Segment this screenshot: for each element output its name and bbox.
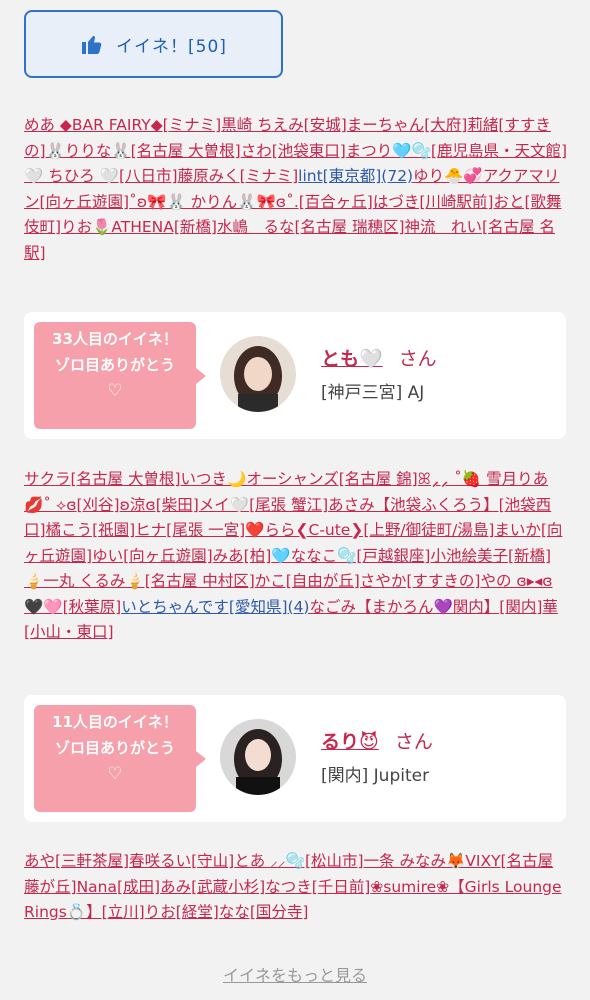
liker-link[interactable]: lint[東京都](72) [298,167,413,185]
liker-link[interactable]: とあ ⸝⸝🫧[松山市] [234,852,363,870]
liker-link[interactable]: ❤️らら❮C-ute❯[上野/御徒町/湯島] [245,521,494,539]
liker-link[interactable]: なな[国分寺] [219,903,309,921]
card-name: とも🤍 さん [321,344,437,371]
avatar[interactable] [220,336,296,412]
liker-link[interactable]: 🐰りりな🐰[名古屋 大曽根] [46,142,241,160]
liker-card-1: 33人目のイイネ！ ゾロ目ありがとう ♡ とも🤍 さん [神戸三宮] AJ [24,312,566,439]
liker-link[interactable]: サクラ[名古屋 大曽根] [24,470,181,488]
liker-link[interactable]: あみ[武蔵小杉] [160,878,265,896]
liker-card-2: 11人目のイイネ！ ゾロ目ありがとう ♡ るり😈 さん [関内] Jupiter [24,695,566,822]
milestone-line2: ゾロ目ありがとう [54,356,175,374]
avatar[interactable] [220,719,296,795]
liker-link[interactable]: 🤍 ちひろ 🤍[八日市] [24,167,178,185]
liker-list-3: あや[三軒茶屋]春咲るい[守山]とあ ⸝⸝🫧[松山市]一条 みなみ🦊VIXY[名… [24,849,568,926]
liker-link[interactable]: 黒崎 ちえみ[安城] [221,116,347,134]
milestone-bubble: 11人目のイイネ！ ゾロ目ありがとう ♡ [34,705,206,812]
liker-link[interactable]: 橘こう[祇園] [46,521,136,539]
liker-link[interactable]: 春咲るい[守山] [129,852,234,870]
liker-link[interactable]: Nana[成田] [77,878,161,896]
liker-link[interactable]: なつき[千日前] [265,878,370,896]
card-name: るり😈 さん [321,727,433,754]
milestone-line1: 33人目のイイネ！ [52,330,178,348]
liker-link[interactable]: はづき[川崎駅前] [373,193,494,211]
liker-link[interactable]: なごみ【まかろん💜関内】[関内] [309,598,542,616]
more-likes-link[interactable]: イイネをもっと見る [0,962,590,986]
profile-link[interactable]: るり😈 [321,731,379,753]
liker-list-1: めあ ◆BAR FAIRY◆[ミナミ]黒崎 ちえみ[安城]まーちゃん[大府]莉緒… [24,113,568,266]
liker-link[interactable]: さわ[池袋東口] [241,142,346,160]
milestone-line2: ゾロ目ありがとう [54,739,175,757]
profile-link[interactable]: とも🤍 [321,348,383,370]
liker-link[interactable]: りお[経堂] [145,903,219,921]
milestone-bubble: 33人目のイイネ！ ゾロ目ありがとう ♡ [34,322,206,429]
honorific: さん [394,731,433,753]
liker-link[interactable]: ゆい[向ヶ丘遊園] [92,547,213,565]
heart-icon: ♡ [107,764,123,784]
like-button-label: イイネ！[50] [116,36,227,57]
liker-link[interactable]: 藤原みく[ミナミ] [178,167,299,185]
liker-link[interactable]: いとちゃんです[愛知県](4) [121,598,309,616]
like-button[interactable]: イイネ！[50] [24,10,283,78]
thumbs-up-icon [82,35,102,54]
liker-link[interactable]: 🩵ななこ🫧[戸越銀座] [271,547,430,565]
liker-link[interactable]: みあ[柏] [213,547,272,565]
liker-link[interactable]: 🍦一丸 くるみ🍦[名古屋 中村区] [24,572,255,590]
liker-link[interactable]: いつき🌙オーシャンズ[名古屋 錦] [181,470,418,488]
card-shop: [神戸三宮] AJ [321,383,425,403]
card-shop: [関内] Jupiter [321,766,430,786]
liker-link[interactable]: メイ🤍[尾張 蟹江] [199,496,328,514]
liker-link[interactable]: ヒナ[尾張 一宮] [135,521,245,539]
liker-link[interactable]: かこ[自由が丘] [255,572,360,590]
liker-link[interactable]: 水嶋 るな[名古屋 瑞穂区] [217,218,405,236]
liker-link[interactable]: ʚ涼ɞ[柴田] [120,496,199,514]
liker-link[interactable]: りお🌷ATHENA[新橋] [61,218,217,236]
liker-link[interactable]: めあ ◆BAR FAIRY◆[ミナミ] [24,116,221,134]
liker-link[interactable]: ˚ʚ🎀🐰 かりん🐰🎀ɞ˚.[百合ヶ丘] [129,193,373,211]
honorific: さん [398,348,437,370]
milestone-line1: 11人目のイイネ！ [52,713,178,731]
liker-link[interactable]: さやか[すすきの] [360,572,481,590]
liker-link[interactable]: まつり🩵🫧[鹿児島県・天文館] [346,142,567,160]
liker-link[interactable]: まーちゃん[大府] [347,116,468,134]
heart-icon: ♡ [107,381,123,401]
liker-list-2: サクラ[名古屋 大曽根]いつき🌙オーシャンズ[名古屋 錦]ꕤ⸝⸝ ˚🍓 雪月りあ… [24,467,568,646]
liker-link[interactable]: あや[三軒茶屋] [24,852,129,870]
liker-link[interactable]: 小池絵美子[新橋] [430,547,551,565]
